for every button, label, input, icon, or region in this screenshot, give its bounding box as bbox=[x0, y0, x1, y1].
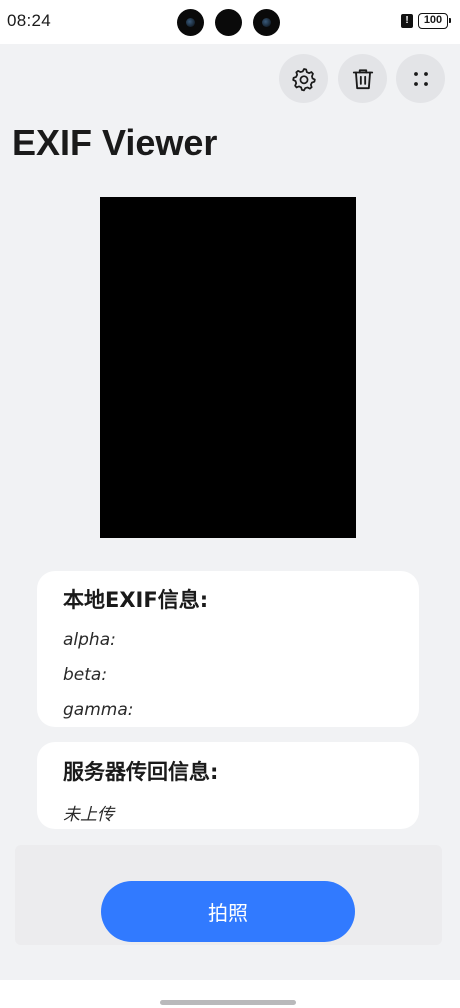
camera-lens-icon bbox=[177, 9, 204, 36]
page-title: EXIF Viewer bbox=[12, 122, 218, 163]
beta-label: beta: bbox=[63, 665, 108, 685]
status-indicators: ! 100 bbox=[401, 13, 451, 29]
camera-sensor-icon bbox=[215, 9, 242, 36]
more-button[interactable] bbox=[396, 54, 445, 103]
server-info-card: 服务器传回信息: 未上传 bbox=[37, 742, 419, 829]
image-preview bbox=[100, 197, 356, 538]
camera-lens-icon bbox=[253, 9, 280, 36]
camera-cutout bbox=[177, 9, 280, 36]
home-indicator[interactable] bbox=[160, 1000, 296, 1005]
app-screen: 08:24 ! 100 EXIF Viewer 本地EXIF信息: alpha:… bbox=[0, 0, 460, 1008]
status-time: 08:24 bbox=[7, 11, 52, 30]
gamma-label: gamma: bbox=[63, 700, 134, 720]
settings-button[interactable] bbox=[279, 54, 328, 103]
more-dots-icon bbox=[413, 71, 428, 86]
take-photo-button[interactable]: 拍照 bbox=[101, 881, 355, 942]
delete-button[interactable] bbox=[338, 54, 387, 103]
alpha-label: alpha: bbox=[63, 630, 116, 650]
local-exif-card: 本地EXIF信息: alpha: beta: gamma: bbox=[37, 571, 419, 727]
trash-icon bbox=[352, 68, 373, 89]
local-exif-title: 本地EXIF信息: bbox=[63, 588, 209, 612]
server-status: 未上传 bbox=[63, 805, 114, 825]
server-info-title: 服务器传回信息: bbox=[63, 760, 219, 784]
alert-icon: ! bbox=[401, 14, 413, 28]
gear-icon bbox=[291, 67, 316, 91]
status-bar: 08:24 ! 100 bbox=[0, 0, 460, 44]
battery-icon: 100 bbox=[418, 13, 451, 29]
